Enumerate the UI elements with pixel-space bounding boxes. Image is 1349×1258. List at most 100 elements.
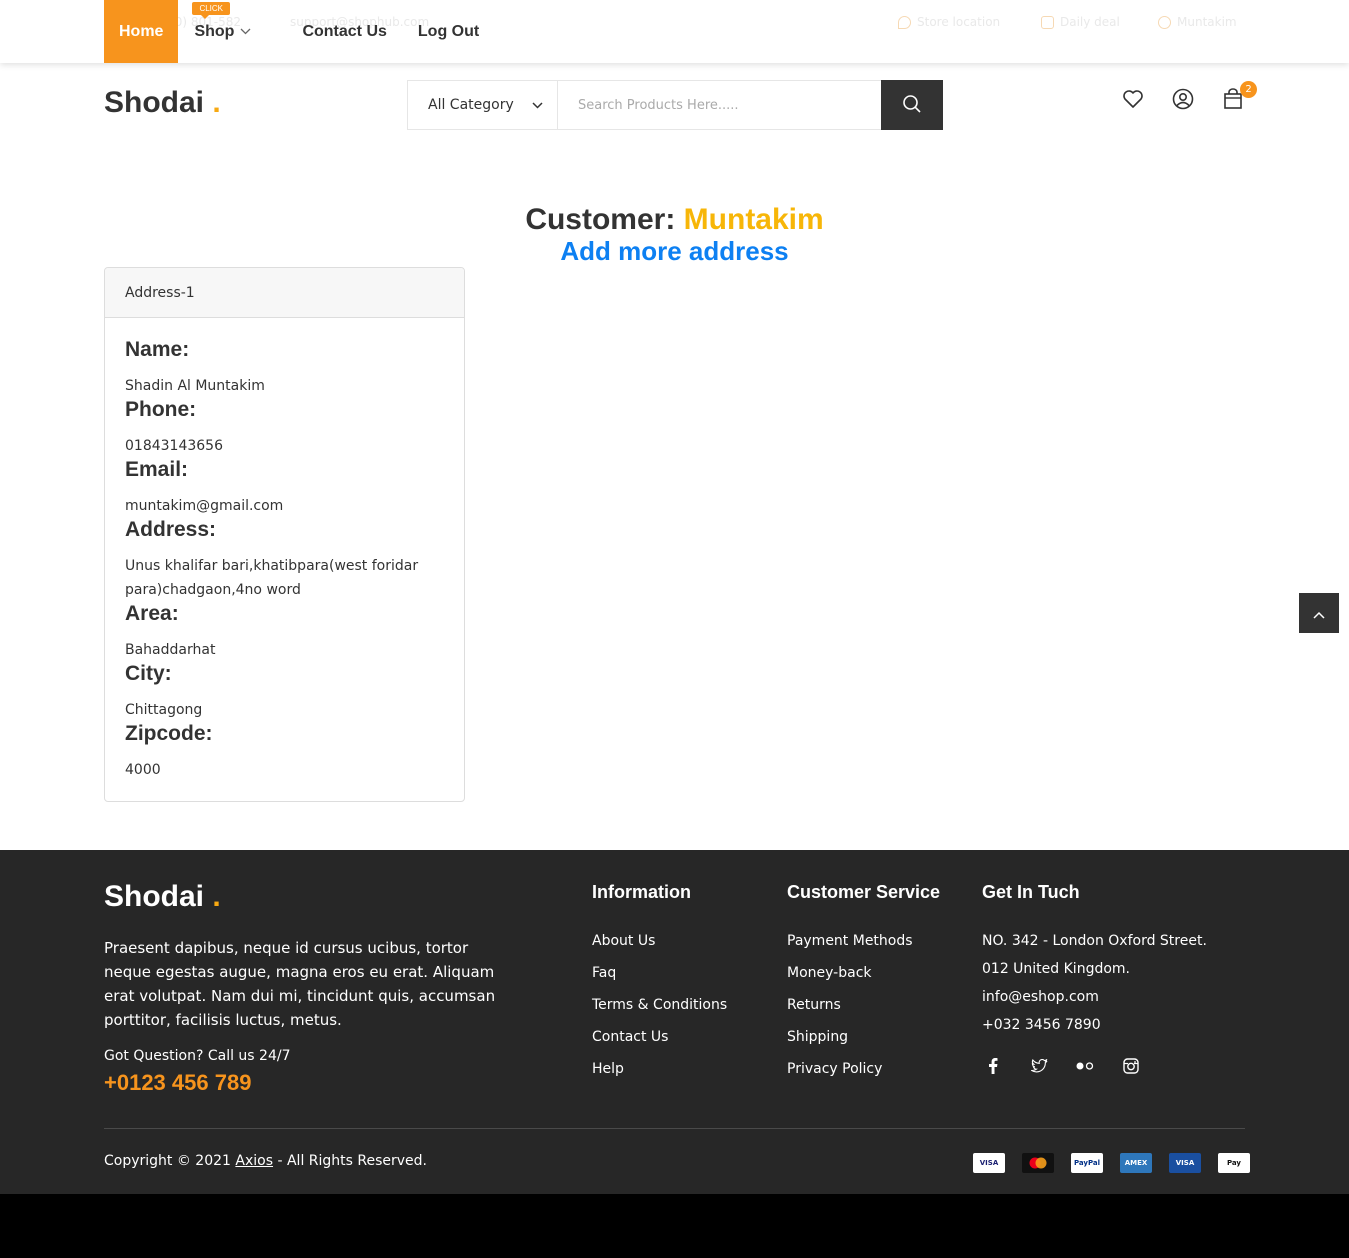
- address-card-header: Address-1: [105, 268, 464, 318]
- customer-service-heading: Customer Service: [787, 882, 941, 902]
- email-label: Email:: [125, 458, 189, 481]
- contact-address-line-1: NO. 342 - London Oxford Street.: [982, 933, 1207, 949]
- copyright-prefix: Copyright © 2021: [104, 1153, 231, 1169]
- email-value: muntakim@gmail.com: [125, 498, 284, 514]
- location-pin-icon: [898, 15, 911, 29]
- customer-name: Muntakim: [683, 203, 824, 236]
- footer-link-returns[interactable]: Returns: [787, 995, 940, 1027]
- address-value: Unus khalifar bari,khatibpara(west forid…: [125, 558, 419, 598]
- logo-dot: .: [212, 86, 221, 119]
- city-value: Chittagong: [125, 702, 203, 718]
- add-more-address-link[interactable]: Add more address: [0, 236, 1349, 267]
- footer-logo[interactable]: Shodai .: [104, 880, 221, 914]
- chevron-down-icon: [240, 26, 251, 38]
- phone-value: 01843143656: [125, 438, 223, 454]
- search-input[interactable]: [558, 81, 881, 129]
- main-nav: Home CLICK Shop Contact Us Log Out: [104, 0, 495, 63]
- category-select[interactable]: All Category: [408, 81, 558, 129]
- name-value: Shadin Al Muntakim: [125, 378, 265, 394]
- user-icon: [1158, 15, 1171, 29]
- user-name-label: Muntakim: [1177, 15, 1237, 29]
- city-label: City:: [125, 662, 172, 685]
- address-label: Address:: [125, 518, 217, 541]
- footer-link-money-back[interactable]: Money-back: [787, 963, 940, 995]
- copyright: Copyright © 2021 Axios - All Rights Rese…: [104, 1153, 427, 1169]
- information-heading: Information: [592, 882, 691, 902]
- scroll-to-top-button[interactable]: [1299, 593, 1339, 633]
- store-location-link[interactable]: Store location: [898, 15, 1000, 29]
- footer-link-terms[interactable]: Terms & Conditions: [592, 995, 727, 1027]
- store-location-label: Store location: [917, 15, 1001, 29]
- footer-link-privacy-policy[interactable]: Privacy Policy: [787, 1059, 940, 1091]
- category-label: All Category: [428, 97, 514, 113]
- add-more-address-label: Add more address: [560, 236, 789, 266]
- footer-logo-dot: .: [212, 880, 221, 913]
- copyright-suffix: - All Rights Reserved.: [277, 1153, 427, 1169]
- calendar-icon: [1041, 15, 1054, 29]
- search-button[interactable]: [881, 80, 943, 130]
- visa-card-icon: VISA: [973, 1153, 1005, 1173]
- facebook-icon[interactable]: [984, 1057, 1002, 1075]
- footer-question: Got Question? Call us 24/7: [104, 1048, 291, 1064]
- wishlist-button[interactable]: [1122, 88, 1144, 114]
- top-navbar: +060 (800) 801-582 support@shophub.com S…: [0, 0, 1349, 63]
- footer-link-help[interactable]: Help: [592, 1059, 727, 1091]
- footer-link-payment-methods[interactable]: Payment Methods: [787, 931, 940, 963]
- paypal-icon: PayPal: [1071, 1153, 1103, 1173]
- site-footer: Shodai . Praesent dapibus, neque id curs…: [0, 850, 1349, 1194]
- footer-link-faq[interactable]: Faq: [592, 963, 727, 995]
- customer-heading: Customer: Muntakim: [0, 203, 1349, 237]
- contact-phone: +032 3456 7890: [982, 1017, 1101, 1033]
- site-logo[interactable]: Shodai .: [104, 86, 221, 120]
- twitter-icon[interactable]: [1030, 1057, 1048, 1075]
- instagram-icon[interactable]: [1122, 1057, 1140, 1075]
- nav-shop[interactable]: CLICK Shop: [178, 0, 267, 63]
- contact-email: info@eshop.com: [982, 989, 1099, 1005]
- flickr-icon[interactable]: [1076, 1057, 1094, 1075]
- nav-logout-label: Log Out: [417, 22, 480, 40]
- user-account-link[interactable]: Muntakim: [1158, 15, 1237, 29]
- footer-information: Information About Us Faq Terms & Conditi…: [592, 882, 727, 1091]
- footer-contact: Get In Tuch NO. 342 - London Oxford Stre…: [982, 882, 1207, 1075]
- name-label: Name:: [125, 338, 190, 361]
- area-value: Bahaddarhat: [125, 642, 216, 658]
- phone-label: Phone:: [125, 398, 197, 421]
- logo-text: Shodai: [104, 86, 205, 119]
- search-bar: All Category: [407, 80, 943, 130]
- nav-shop-label: Shop: [194, 22, 235, 40]
- nav-contact-label: Contact Us: [302, 22, 387, 40]
- footer-customer-service: Customer Service Payment Methods Money-b…: [787, 882, 940, 1091]
- contact-address-line-2: 012 United Kingdom.: [982, 961, 1130, 977]
- daily-deal-label: Daily deal: [1060, 15, 1120, 29]
- footer-phone[interactable]: +0123 456 789: [104, 1070, 251, 1096]
- header-icons: 2: [1122, 81, 1257, 114]
- nav-log-out[interactable]: Log Out: [403, 0, 495, 63]
- address-card: Address-1 Name: Shadin Al Muntakim Phone…: [104, 267, 465, 802]
- page: +060 (800) 801-582 support@shophub.com S…: [0, 0, 1349, 1194]
- nav-home[interactable]: Home: [104, 0, 179, 63]
- cart-button[interactable]: 2: [1222, 81, 1257, 114]
- footer-link-shipping[interactable]: Shipping: [787, 1027, 940, 1059]
- area-label: Area:: [125, 602, 179, 625]
- daily-deal-link[interactable]: Daily deal: [1041, 15, 1120, 29]
- footer-link-about-us[interactable]: About Us: [592, 931, 727, 963]
- address-card-body: Name: Shadin Al Muntakim Phone: 01843143…: [105, 318, 464, 782]
- chevron-down-icon: [532, 99, 543, 112]
- cart-count-badge: 2: [1240, 81, 1257, 98]
- account-button[interactable]: [1172, 88, 1194, 114]
- copyright-link-axios[interactable]: Axios: [235, 1153, 273, 1169]
- footer-description: Praesent dapibus, neque id cursus ucibus…: [104, 939, 496, 1029]
- mastercard-icon: [1022, 1153, 1054, 1173]
- footer-divider: [104, 1128, 1245, 1129]
- footer-link-contact-us[interactable]: Contact Us: [592, 1027, 727, 1059]
- visa-electron-icon: VISA: [1169, 1153, 1201, 1173]
- nav-contact-us[interactable]: Contact Us: [267, 0, 402, 63]
- search-icon: [902, 94, 922, 117]
- footer-logo-text: Shodai: [104, 880, 205, 913]
- click-badge: CLICK: [192, 2, 231, 19]
- contact-heading: Get In Tuch: [982, 882, 1080, 902]
- amex-card-icon: AMEX: [1120, 1153, 1152, 1173]
- payment-methods: VISA PayPal AMEX VISA Pay: [973, 1153, 1250, 1173]
- social-links: [982, 1057, 1207, 1075]
- zipcode-value: 4000: [125, 762, 161, 778]
